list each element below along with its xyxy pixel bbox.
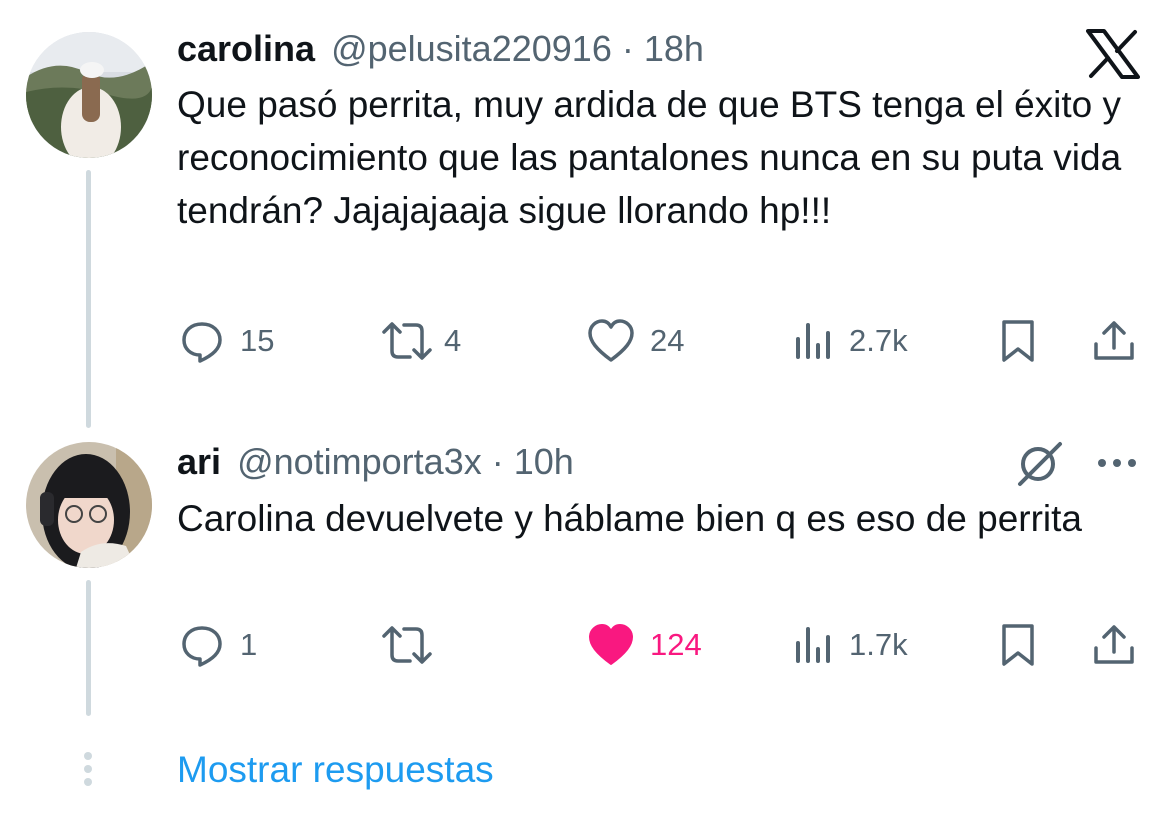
author-handle[interactable]: @notimporta3x xyxy=(237,441,482,482)
thread-line xyxy=(86,580,91,716)
views-count: 2.7k xyxy=(849,323,908,358)
bookmark-icon xyxy=(1002,624,1034,666)
thread-dots xyxy=(84,752,94,786)
show-replies-link[interactable]: Mostrar respuestas xyxy=(177,748,494,792)
reply-icon xyxy=(182,322,222,363)
reply-button[interactable]: 15 xyxy=(178,316,274,366)
retweet-button[interactable] xyxy=(380,620,448,670)
retweet-icon xyxy=(382,626,432,664)
share-icon xyxy=(1094,625,1134,664)
timestamp[interactable]: 18h xyxy=(644,28,704,69)
reply-button[interactable]: 1 xyxy=(178,620,257,670)
like-count: 24 xyxy=(650,323,685,358)
bookmark-icon xyxy=(1002,320,1034,362)
grok-icon xyxy=(1018,442,1062,486)
views-button[interactable]: 1.7k xyxy=(793,620,908,670)
x-logo-icon xyxy=(1086,29,1140,84)
views-button[interactable]: 2.7k xyxy=(793,316,908,366)
reply-count: 15 xyxy=(240,323,275,358)
author-name[interactable]: ari xyxy=(177,441,221,482)
views-icon xyxy=(796,323,830,359)
tweet-text: Carolina devuelvete y háblame bien q es … xyxy=(177,498,1083,539)
separator: · xyxy=(491,441,504,482)
heart-icon xyxy=(589,624,633,665)
share-icon xyxy=(1094,321,1134,360)
tweet-header: ari @notimporta3x · 10h xyxy=(177,440,574,484)
author-handle[interactable]: @pelusita220916 xyxy=(331,28,612,69)
like-button[interactable]: 124 xyxy=(586,620,702,670)
more-button[interactable] xyxy=(1094,448,1140,478)
views-icon xyxy=(796,627,830,663)
thread-line xyxy=(86,170,91,428)
bookmark-button[interactable] xyxy=(996,316,1040,366)
reply-count: 1 xyxy=(240,627,258,662)
tweet-header: carolina @pelusita220916 · 18h xyxy=(177,27,704,71)
like-count: 124 xyxy=(650,627,702,662)
more-icon xyxy=(1098,459,1136,467)
retweet-button[interactable]: 4 xyxy=(380,316,461,366)
separator: · xyxy=(621,28,634,69)
views-count: 1.7k xyxy=(849,627,908,662)
bookmark-button[interactable] xyxy=(996,620,1040,670)
retweet-icon xyxy=(382,322,432,360)
timestamp[interactable]: 10h xyxy=(514,441,574,482)
heart-icon xyxy=(588,319,634,362)
like-button[interactable]: 24 xyxy=(586,316,684,366)
tweet-text: Que pasó perrita, muy ardida de que BTS … xyxy=(177,84,1122,231)
reply-icon xyxy=(182,626,222,667)
share-button[interactable] xyxy=(1090,620,1138,670)
share-button[interactable] xyxy=(1090,316,1138,366)
author-name[interactable]: carolina xyxy=(177,28,315,69)
avatar[interactable] xyxy=(26,442,152,568)
grok-button[interactable] xyxy=(1012,438,1066,488)
avatar[interactable] xyxy=(26,32,152,158)
retweet-count: 4 xyxy=(444,323,462,358)
